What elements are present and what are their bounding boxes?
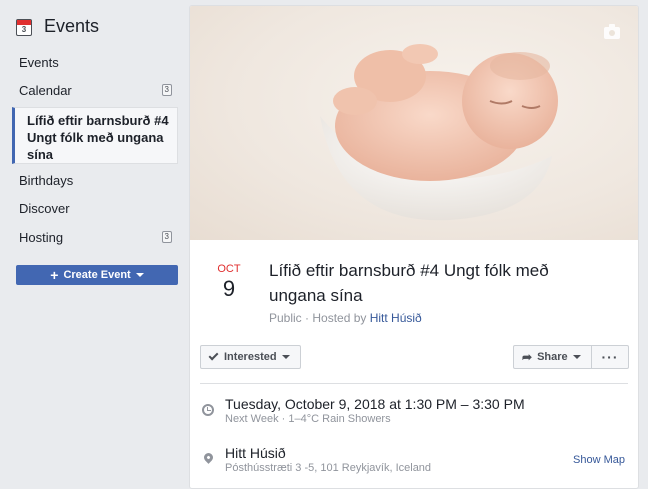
- sidebar-item-label: Birthdays: [19, 172, 74, 188]
- camera-icon[interactable]: [604, 24, 620, 39]
- interested-button[interactable]: Interested: [200, 345, 301, 369]
- check-icon: [208, 350, 219, 361]
- plus-icon: +: [50, 267, 59, 283]
- event-day: 9: [222, 276, 236, 301]
- event-subtitle: Public · Hosted by Hitt Húsið: [269, 311, 422, 325]
- more-options-button[interactable]: ···: [591, 345, 629, 369]
- interested-label: Interested: [224, 351, 277, 363]
- share-icon: ➦: [522, 350, 533, 364]
- location-pin-icon: [202, 451, 215, 464]
- hosted-by-text: · Hosted by: [301, 311, 370, 325]
- calendar-icon: 3: [16, 18, 32, 36]
- sidebar-item-label: Lífið eftir barnsburð #4 Ungt fólk með u…: [27, 113, 169, 162]
- sidebar-item-hosting[interactable]: Hosting 3: [12, 224, 178, 250]
- event-month: OCT: [217, 263, 241, 275]
- host-link[interactable]: Hitt Húsið: [370, 311, 422, 325]
- sidebar-item-label: Hosting: [19, 229, 64, 245]
- share-label: Share: [537, 351, 568, 363]
- event-privacy: Public: [269, 311, 302, 325]
- share-button[interactable]: ➦ Share: [513, 345, 592, 369]
- event-address: Pósthússtræti 3 -5, 101 Reykjavík, Icela…: [225, 462, 432, 474]
- event-venue[interactable]: Hitt Húsið: [225, 445, 286, 461]
- event-weather: Next Week · 1–4°C Rain Showers: [225, 413, 391, 425]
- create-event-button[interactable]: + Create Event: [16, 265, 178, 285]
- sidebar-item-birthdays[interactable]: Birthdays: [12, 167, 178, 193]
- sidebar-title: Events: [44, 15, 100, 36]
- clock-icon: [202, 404, 214, 416]
- sidebar-item-discover[interactable]: Discover: [12, 195, 178, 221]
- sidebar: 3 Events Events Calendar 3 Lífið eftir b…: [0, 0, 189, 489]
- event-card: OCT 9 Lífið eftir barnsburð #4 Ungt fólk…: [189, 5, 639, 489]
- more-label: ···: [601, 349, 619, 365]
- sidebar-item-calendar[interactable]: Calendar 3: [12, 77, 178, 103]
- count-badge: 3: [161, 84, 172, 96]
- caret-down-icon: [572, 355, 581, 359]
- cover-photo[interactable]: [190, 6, 638, 240]
- sidebar-item-events[interactable]: Events: [12, 49, 178, 75]
- sidebar-item-label: Calendar: [19, 82, 72, 98]
- divider: [200, 383, 628, 384]
- caret-down-icon: [135, 273, 144, 277]
- baby-photo-illustration: [320, 44, 558, 221]
- sidebar-item-label: Discover: [19, 200, 70, 216]
- show-map-link[interactable]: Show Map: [573, 454, 625, 466]
- event-title: Lífið eftir barnsburð #4 Ungt fólk með u…: [269, 261, 549, 305]
- count-badge: 3: [161, 231, 172, 243]
- create-event-label: Create Event: [63, 269, 131, 281]
- caret-down-icon: [281, 355, 290, 359]
- sidebar-header: 3 Events: [16, 12, 99, 40]
- event-datetime[interactable]: Tuesday, October 9, 2018 at 1:30 PM – 3:…: [225, 396, 525, 412]
- sidebar-item-label: Events: [19, 54, 59, 70]
- sidebar-item-current-event[interactable]: Lífið eftir barnsburð #4 Ungt fólk með u…: [12, 107, 178, 164]
